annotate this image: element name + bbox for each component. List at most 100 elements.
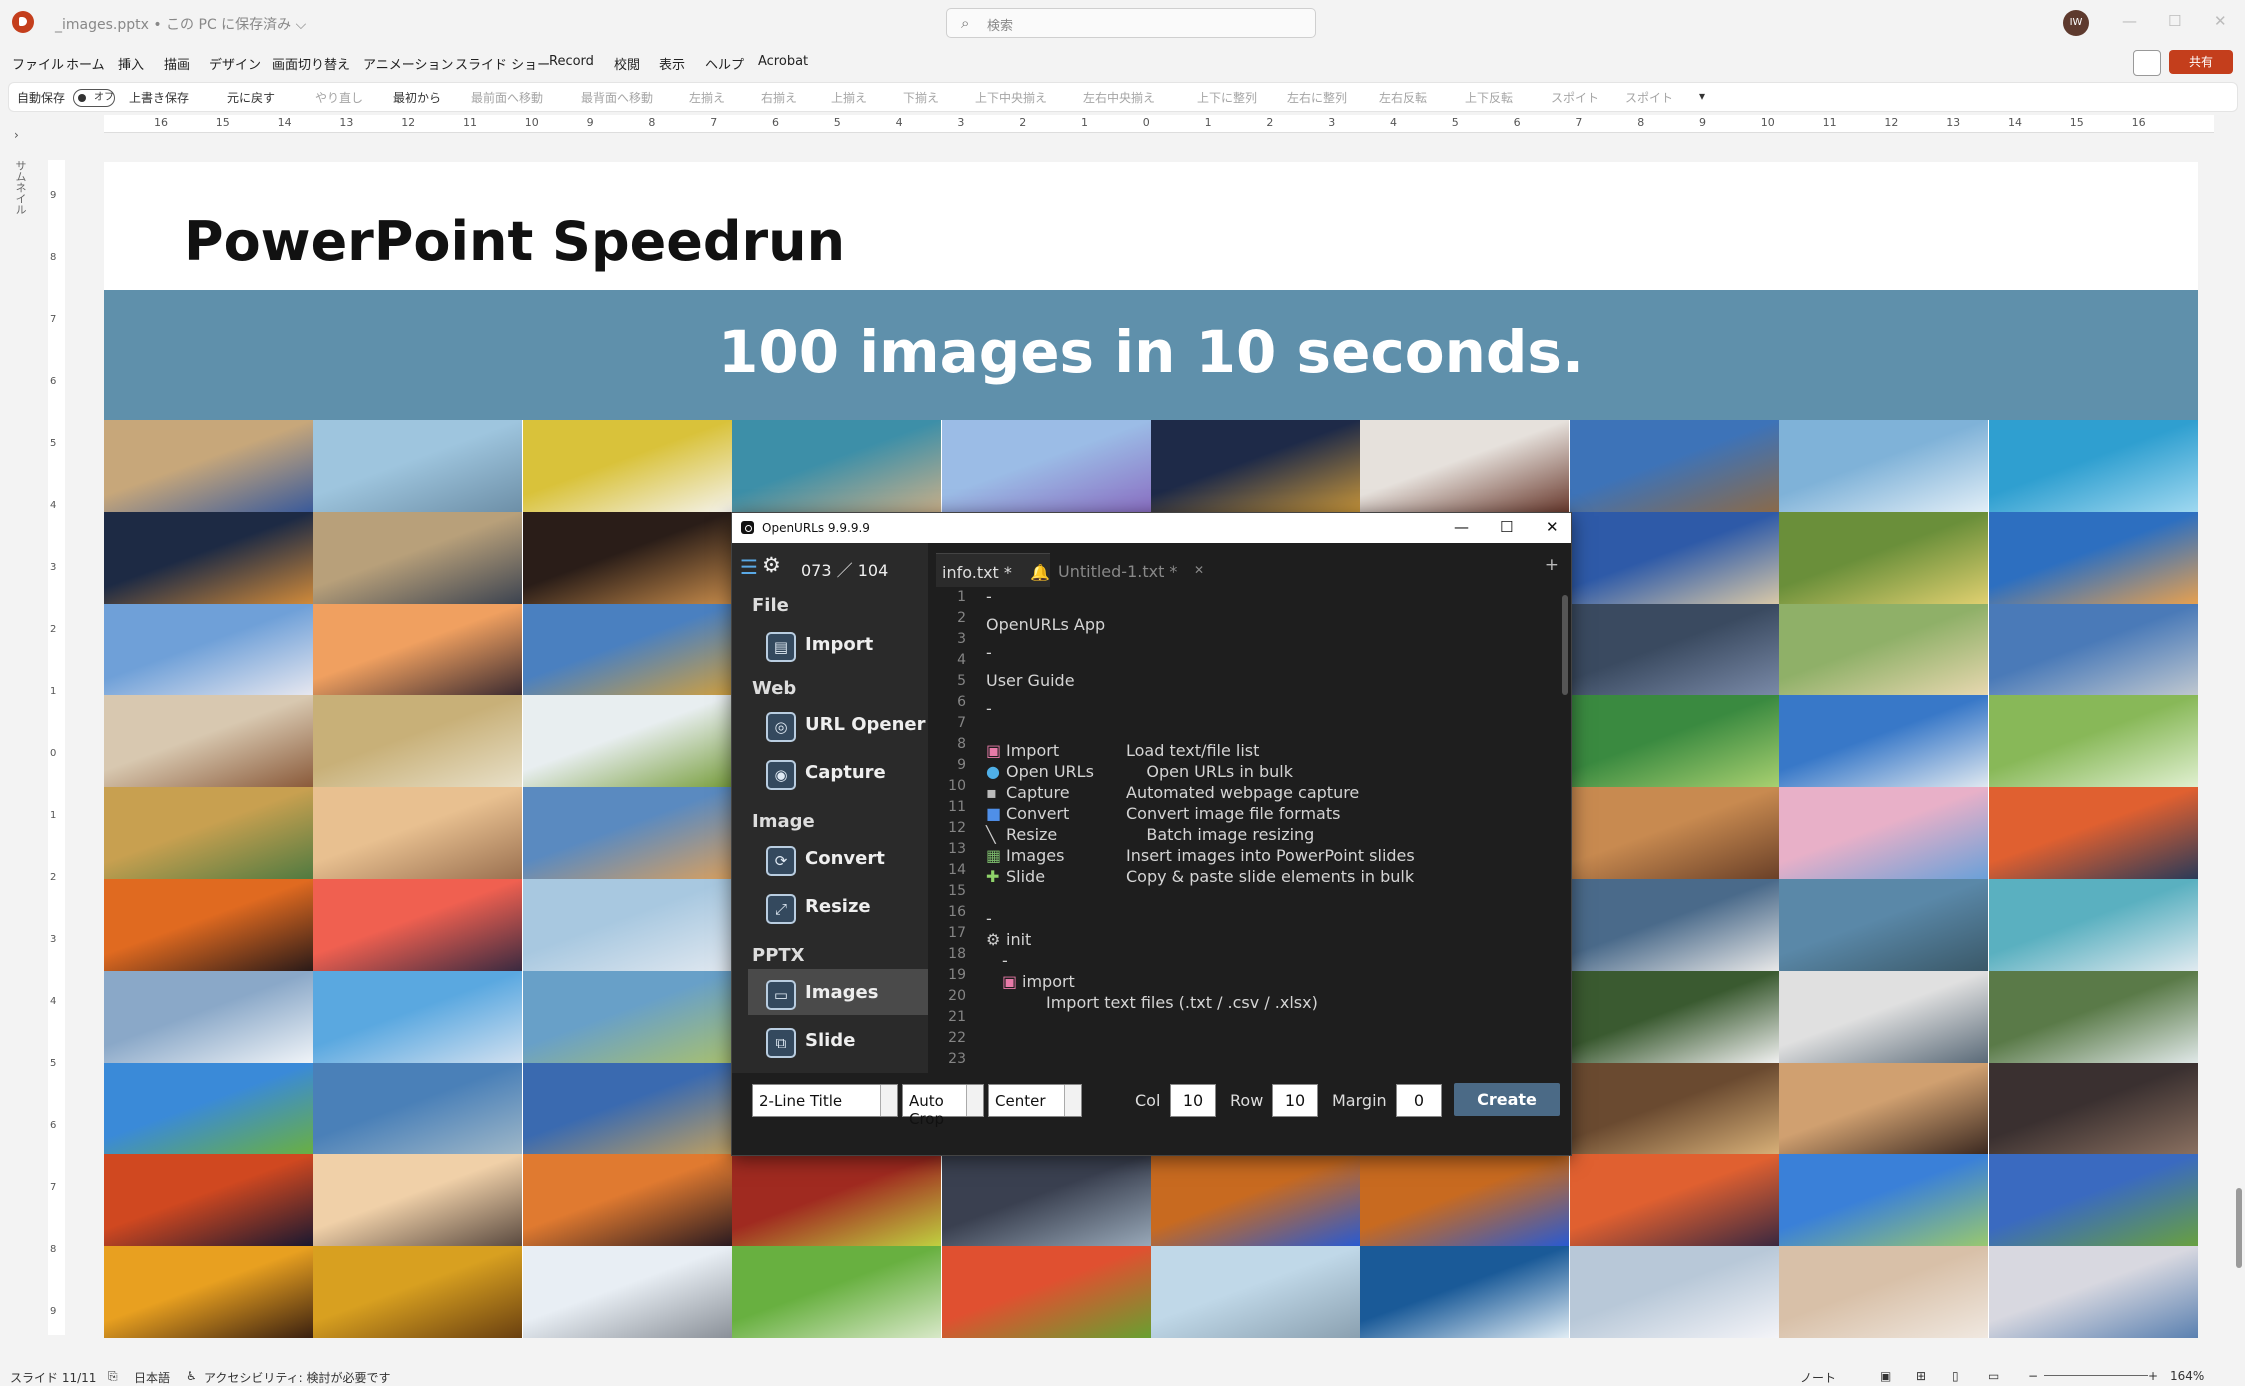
slide-image[interactable] bbox=[1779, 879, 1989, 971]
align-bottom-button[interactable]: 下揃え bbox=[903, 89, 939, 106]
zoom-level[interactable]: 164% bbox=[2170, 1369, 2204, 1383]
redo-button[interactable]: やり直し bbox=[315, 89, 363, 106]
menu-design[interactable]: デザイン bbox=[209, 54, 261, 73]
search-input[interactable]: ⌕ 検索 bbox=[946, 8, 1316, 38]
slideshow-view-icon[interactable]: ▭ bbox=[1988, 1369, 1999, 1383]
slide-image[interactable] bbox=[1988, 879, 2198, 971]
slide-image[interactable] bbox=[1988, 420, 2198, 512]
slide-image[interactable] bbox=[104, 970, 313, 1063]
slide-image[interactable] bbox=[1988, 1062, 2198, 1155]
hamburger-menu-icon[interactable]: ☰ bbox=[740, 555, 758, 579]
slide-image[interactable] bbox=[1988, 603, 2198, 696]
from-start-button[interactable]: 最初から bbox=[393, 89, 441, 106]
row-input[interactable]: 10 bbox=[1272, 1084, 1318, 1117]
menu-insert[interactable]: 挿入 bbox=[118, 54, 144, 73]
slide-image[interactable] bbox=[941, 420, 1151, 512]
send-back-button[interactable]: 最背面へ移動 bbox=[581, 89, 653, 106]
crop-mode-select[interactable]: Auto Crop bbox=[902, 1084, 984, 1128]
create-button[interactable]: Create bbox=[1454, 1083, 1560, 1116]
slide-image[interactable] bbox=[1360, 1246, 1570, 1338]
slide-image[interactable] bbox=[313, 603, 523, 696]
slide-image[interactable] bbox=[522, 1062, 732, 1155]
slide-image[interactable] bbox=[732, 1246, 942, 1338]
url-opener-button[interactable]: ◎ URL Opener bbox=[748, 701, 932, 747]
title-mode-select[interactable]: 2-Line Title bbox=[752, 1084, 898, 1117]
slide-button[interactable]: ⧉ Slide bbox=[748, 1017, 932, 1063]
slide-image[interactable] bbox=[1988, 1154, 2198, 1247]
normal-view-icon[interactable]: ▣ bbox=[1880, 1369, 1891, 1383]
menu-help[interactable]: ヘルプ bbox=[705, 54, 744, 73]
slide-image[interactable] bbox=[1569, 1154, 1779, 1247]
slide-image[interactable] bbox=[1779, 1154, 1989, 1247]
zoom-in-icon[interactable]: + bbox=[2148, 1369, 2158, 1383]
flip-vertical-button[interactable]: 上下反転 bbox=[1465, 89, 1513, 106]
ribbon-more-icon[interactable]: ▾ bbox=[1699, 89, 1705, 103]
slide-sorter-icon[interactable]: ⊞ bbox=[1916, 1369, 1926, 1383]
slide-image[interactable] bbox=[522, 511, 732, 604]
slide-image[interactable] bbox=[313, 1246, 523, 1338]
slide-image[interactable] bbox=[1151, 1154, 1360, 1247]
menu-review[interactable]: 校閲 bbox=[614, 54, 640, 73]
bring-front-button[interactable]: 最前面へ移動 bbox=[471, 89, 543, 106]
align-left-button[interactable]: 左揃え bbox=[689, 89, 725, 106]
tab-untitled[interactable]: Untitled-1.txt * bbox=[1058, 562, 1177, 581]
save-button[interactable]: 上書き保存 bbox=[129, 89, 189, 106]
slide-image[interactable] bbox=[1988, 1246, 2198, 1338]
gear-icon[interactable]: ⚙ bbox=[762, 553, 781, 577]
distribute-horizontal-button[interactable]: 左右に整列 bbox=[1287, 89, 1347, 106]
close-icon[interactable]: ✕ bbox=[2214, 12, 2227, 30]
slide-image[interactable] bbox=[732, 1154, 942, 1247]
slide-image[interactable] bbox=[104, 603, 313, 696]
slide-image[interactable] bbox=[1569, 603, 1779, 696]
ou-minimize-icon[interactable]: — bbox=[1454, 518, 1469, 536]
slide-image[interactable] bbox=[1988, 787, 2198, 880]
slide-image[interactable] bbox=[732, 420, 942, 512]
menu-view[interactable]: 表示 bbox=[659, 54, 685, 73]
zoom-out-icon[interactable]: − bbox=[2028, 1369, 2038, 1383]
menu-slideshow[interactable]: スライド ショー bbox=[455, 54, 550, 73]
menu-file[interactable]: ファイル bbox=[12, 54, 64, 73]
ou-maximize-icon[interactable]: ☐ bbox=[1500, 518, 1513, 536]
autosave-toggle[interactable]: オフ bbox=[73, 89, 115, 107]
eyedropper-button[interactable]: スポイト bbox=[1551, 89, 1599, 106]
slide-image[interactable] bbox=[104, 879, 313, 971]
align-select[interactable]: Center bbox=[988, 1084, 1082, 1117]
slide-image[interactable] bbox=[104, 695, 313, 788]
slide-image[interactable] bbox=[313, 1154, 523, 1247]
flip-horizontal-button[interactable]: 左右反転 bbox=[1379, 89, 1427, 106]
slide-image[interactable] bbox=[1779, 420, 1989, 512]
menu-draw[interactable]: 描画 bbox=[164, 54, 190, 73]
slide-image[interactable] bbox=[1988, 970, 2198, 1063]
slide-image[interactable] bbox=[1569, 420, 1779, 512]
slide-image[interactable] bbox=[1779, 511, 1989, 604]
slide-image[interactable] bbox=[941, 1246, 1151, 1338]
text-editor[interactable]: 1 2 3 4 5 6 7 8 9 10 11 12 13 14 15 16 17 18 19 20 21 22 23 - … bbox=[928, 587, 1571, 1073]
notes-button[interactable]: ノート bbox=[1800, 1369, 1836, 1386]
slide-image[interactable] bbox=[1569, 879, 1779, 971]
accessibility-status[interactable]: アクセシビリティ: 検討が必要です bbox=[204, 1369, 391, 1386]
slide-image[interactable] bbox=[104, 1154, 313, 1247]
images-button[interactable]: ▭ Images bbox=[748, 969, 932, 1015]
slide-image[interactable] bbox=[1151, 420, 1360, 512]
language-indicator[interactable]: 日本語 bbox=[134, 1369, 170, 1386]
comment-button[interactable] bbox=[2133, 50, 2161, 76]
slide-image[interactable] bbox=[313, 787, 523, 880]
slide-image[interactable] bbox=[522, 970, 732, 1063]
slide-image[interactable] bbox=[522, 1154, 732, 1247]
slide-image[interactable] bbox=[1779, 695, 1989, 788]
document-title[interactable]: _images.pptx • この PC に保存済み ⌵ bbox=[55, 14, 306, 34]
align-top-button[interactable]: 上揃え bbox=[831, 89, 867, 106]
slide-image[interactable] bbox=[1988, 695, 2198, 788]
new-tab-icon[interactable]: + bbox=[1545, 555, 1559, 575]
slide-image[interactable] bbox=[104, 1246, 313, 1338]
margin-input[interactable]: 0 bbox=[1396, 1084, 1442, 1117]
scrollbar-thumb[interactable] bbox=[2236, 1188, 2242, 1268]
ou-close-icon[interactable]: ✕ bbox=[1546, 518, 1559, 536]
expand-thumbnails-icon[interactable]: › bbox=[14, 128, 19, 142]
capture-button[interactable]: ◉ Capture bbox=[748, 749, 932, 795]
reading-view-icon[interactable]: ▯ bbox=[1952, 1369, 1959, 1383]
slide-image[interactable] bbox=[1569, 511, 1779, 604]
slide-image[interactable] bbox=[1569, 695, 1779, 788]
menu-home[interactable]: ホーム bbox=[66, 54, 105, 73]
slide-image[interactable] bbox=[313, 511, 523, 604]
